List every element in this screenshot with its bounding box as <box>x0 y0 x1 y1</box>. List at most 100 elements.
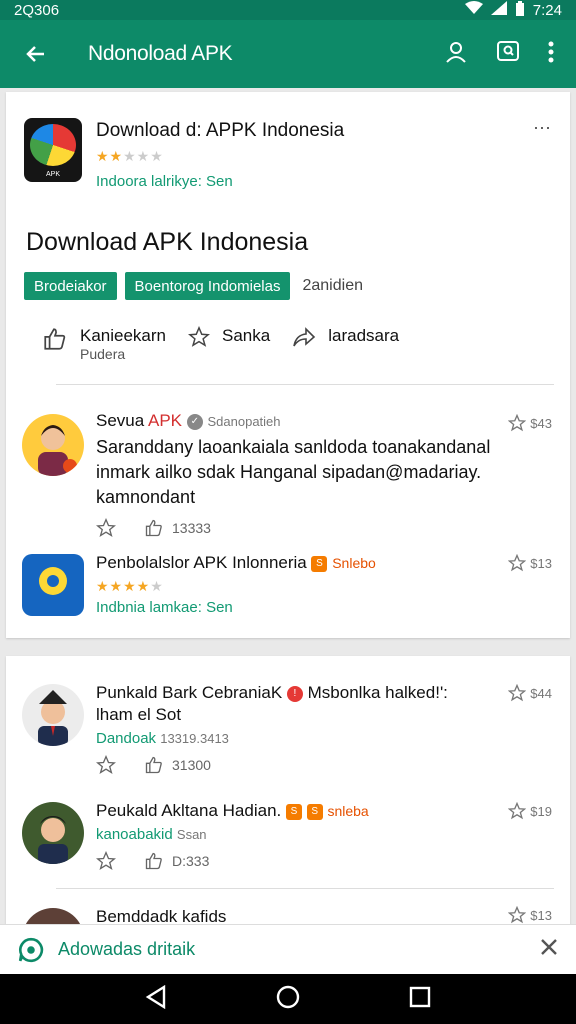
star-button[interactable]: Sanka <box>188 326 270 348</box>
circle-home-icon <box>276 985 300 1008</box>
share-label: laradsara <box>328 326 400 345</box>
search-box-icon <box>497 40 519 61</box>
review-like-button[interactable]: 31300 <box>144 755 211 775</box>
app-bar-title: Ndonoload APK <box>88 42 233 65</box>
back-button[interactable] <box>0 42 72 66</box>
battery-icon <box>515 0 525 20</box>
star-outline-icon <box>508 554 527 572</box>
app-icon: APK <box>24 118 82 182</box>
chip-2[interactable]: Boentorog Indomielas <box>124 272 291 300</box>
like-count: D:333 <box>172 853 210 869</box>
review-item[interactable]: Punkald Bark CebraniaK ! Msbonlka halked… <box>22 683 558 784</box>
avatar <box>22 684 84 746</box>
snackbar-text[interactable]: Adowadas dritaik <box>58 939 540 960</box>
review-like-button[interactable]: 13333 <box>144 518 211 538</box>
review-star-button[interactable] <box>96 851 116 871</box>
related-app-score[interactable]: $13 <box>508 554 552 572</box>
reviewer-extra: Msbonlka halked!': <box>307 683 448 702</box>
snackbar: Adowadas dritaik <box>0 924 576 974</box>
review-sub-green: kanoabakid <box>96 826 173 843</box>
reviewer-handle: Sdanopatieh <box>207 414 281 429</box>
review-star-button[interactable] <box>96 755 116 775</box>
review-score[interactable]: $44 <box>508 684 552 702</box>
tag-icon-2: S <box>306 803 323 820</box>
status-time: 7:24 <box>532 1 562 19</box>
close-button[interactable] <box>540 938 558 961</box>
reviewer-name-line2: lham el Sot <box>96 705 182 724</box>
system-nav-bar <box>0 974 576 1024</box>
star-outline-icon <box>508 684 527 702</box>
app-header[interactable]: APK Download d: APPK Indonesia ★★★★★ Ind… <box>24 118 344 190</box>
review-item[interactable]: Sevua APK ✓ Sdanopatieh Saranddany laoan… <box>22 411 558 537</box>
app-bar: Ndonoload APK <box>0 20 576 88</box>
reviewer-tag: snleba <box>327 803 369 819</box>
app-detail-card: APK Download d: APPK Indonesia ★★★★★ Ind… <box>6 92 570 638</box>
square-recents-icon <box>410 986 431 1007</box>
reviewer-name-tag: APK <box>148 411 183 430</box>
avatar <box>22 802 84 864</box>
search-button[interactable] <box>496 40 520 69</box>
star-outline-icon <box>508 906 527 924</box>
more-vert-icon <box>548 41 554 62</box>
wifi-icon <box>464 1 483 19</box>
review-item[interactable]: Peukald Akltana Hadian. S S snleba kanoa… <box>22 801 558 882</box>
share-button[interactable]: laradsara <box>292 326 399 348</box>
like-count: 31300 <box>172 757 211 773</box>
reviewer-name: Peukald Akltana Hadian. <box>96 801 282 820</box>
chip-extra[interactable]: 2anidien <box>302 277 363 295</box>
star-outline-icon <box>188 326 211 347</box>
related-app-name: Penbolalslor APK Inlonneria <box>96 553 307 572</box>
star-outline-icon <box>96 851 116 870</box>
star-label: Sanka <box>222 326 271 345</box>
badge-icon: ! <box>286 685 303 702</box>
arrow-left-icon <box>26 46 44 62</box>
rating-stars: ★★★★★ <box>96 578 164 594</box>
related-app-tag: Snlebo <box>332 555 376 571</box>
nav-recents-button[interactable] <box>409 986 431 1013</box>
divider <box>56 384 554 385</box>
tag-icon: S <box>311 555 328 572</box>
review-star-button[interactable] <box>96 518 116 538</box>
triangle-back-icon <box>145 984 165 1009</box>
status-left: 2Q306 <box>14 1 60 19</box>
review-score[interactable]: $43 <box>508 414 552 432</box>
reviews-card: Punkald Bark CebraniaK ! Msbonlka halked… <box>6 656 570 956</box>
close-icon <box>541 939 557 955</box>
related-app-icon <box>22 554 84 616</box>
tag-icon: S <box>285 803 302 820</box>
like-sublabel: Pudera <box>80 346 126 362</box>
signal-icon <box>490 1 507 19</box>
chip-1[interactable]: Brodeiakor <box>24 272 117 300</box>
app-name: Download d: APPK Indonesia <box>96 120 345 141</box>
review-sub-grey: 13319.3413 <box>160 731 229 746</box>
thumb-up-icon <box>44 328 66 350</box>
review-sub-green: Dandoak <box>96 730 157 747</box>
account-button[interactable] <box>444 40 468 69</box>
person-icon <box>446 41 466 63</box>
thumb-up-icon <box>145 519 162 537</box>
thumb-up-icon <box>145 756 162 774</box>
status-bar: 2Q306 7:24 <box>0 0 576 20</box>
like-button[interactable]: Kanieekarn Pudera <box>42 326 166 362</box>
nav-home-button[interactable] <box>276 985 300 1014</box>
overflow-dots-icon[interactable]: ⋯ <box>533 118 552 139</box>
chat-bubble-icon <box>18 937 44 962</box>
like-count: 13333 <box>172 520 211 536</box>
more-options-button[interactable] <box>548 41 554 68</box>
review-sub-grey: Ssan <box>176 827 207 842</box>
nav-back-button[interactable] <box>145 984 167 1014</box>
share-icon <box>293 327 316 347</box>
reviewer-name: Sevua <box>96 411 145 430</box>
rating-stars: ★★★★★ <box>96 148 164 164</box>
app-subtitle: Indoora lalrikye: Sen <box>96 173 233 190</box>
review-like-button[interactable]: D:333 <box>144 851 209 871</box>
star-outline-icon <box>96 518 116 537</box>
like-label: Kanieekarn <box>80 326 167 345</box>
review-score[interactable]: $19 <box>508 802 552 820</box>
verified-icon: ✓ <box>186 413 203 430</box>
related-app-item[interactable]: Penbolalslor APK Inlonneria S Snlebo ★★★… <box>22 553 558 624</box>
review-text: Saranddany laoankaiala sanldoda toanakan… <box>96 437 491 507</box>
review-score[interactable]: $13 <box>508 906 552 924</box>
thumb-up-icon <box>145 852 162 870</box>
page-title: Download APK Indonesia <box>26 228 309 256</box>
